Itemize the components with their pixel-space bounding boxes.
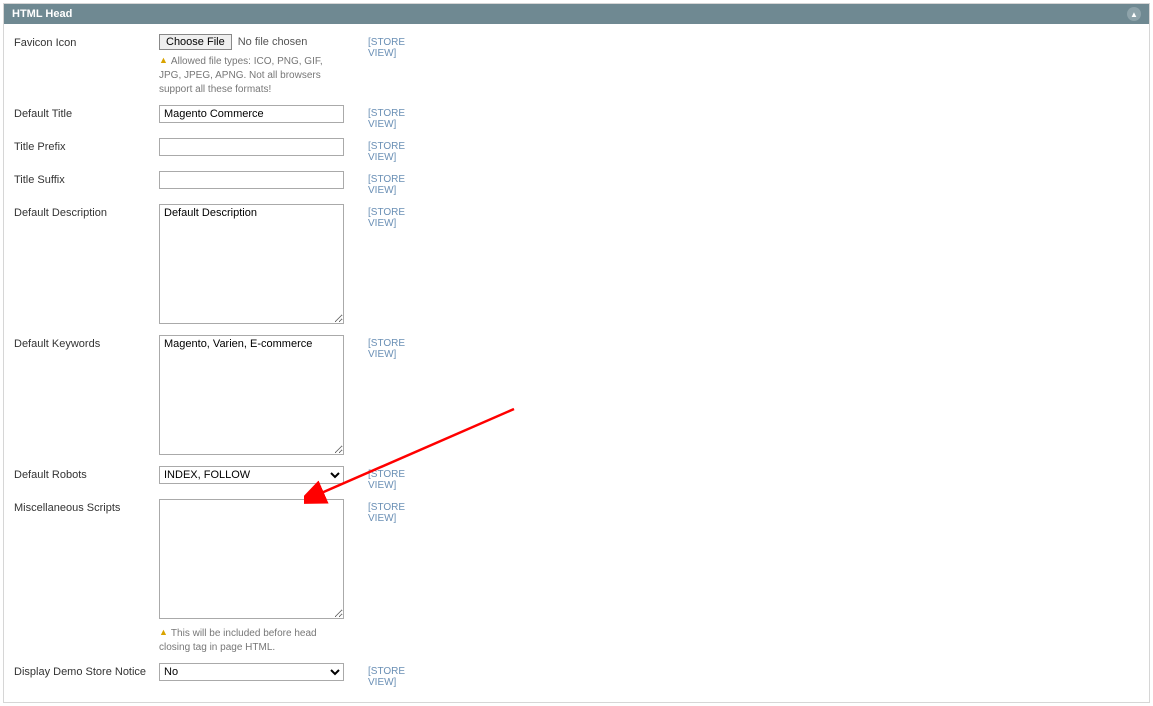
misc-scripts-hint: ▲This will be included before head closi… (159, 626, 344, 655)
title-prefix-input[interactable] (159, 138, 344, 156)
scope-misc-scripts: [STORE VIEW] (354, 499, 434, 524)
row-default-title: Default Title [STORE VIEW] (14, 105, 1139, 130)
scope-demo-notice: [STORE VIEW] (354, 663, 434, 688)
default-description-textarea[interactable] (159, 204, 344, 324)
row-default-keywords: Default Keywords [STORE VIEW] (14, 335, 1139, 458)
label-default-keywords: Default Keywords (14, 335, 159, 350)
hint-bullet-icon: ▲ (159, 627, 168, 637)
scope-default-robots: [STORE VIEW] (354, 466, 434, 491)
row-default-robots: Default Robots INDEX, FOLLOW [STORE VIEW… (14, 466, 1139, 491)
scope-default-keywords: [STORE VIEW] (354, 335, 434, 360)
collapse-icon[interactable]: ▲ (1127, 7, 1141, 21)
choose-file-button[interactable]: Choose File (159, 34, 232, 50)
row-favicon: Favicon Icon Choose File No file chosen … (14, 34, 1139, 97)
scope-default-title: [STORE VIEW] (354, 105, 434, 130)
panel-header: HTML Head ▲ (4, 4, 1149, 24)
default-keywords-textarea[interactable] (159, 335, 344, 455)
row-default-description: Default Description [STORE VIEW] (14, 204, 1139, 327)
demo-notice-select[interactable]: No (159, 663, 344, 681)
label-demo-notice: Display Demo Store Notice (14, 663, 159, 678)
scope-title-prefix: [STORE VIEW] (354, 138, 434, 163)
label-title-prefix: Title Prefix (14, 138, 159, 153)
label-default-description: Default Description (14, 204, 159, 219)
label-default-title: Default Title (14, 105, 159, 120)
row-misc-scripts: Miscellaneous Scripts ▲This will be incl… (14, 499, 1139, 655)
row-demo-notice: Display Demo Store Notice No [STORE VIEW… (14, 663, 1139, 688)
panel-title: HTML Head (12, 8, 72, 20)
label-default-robots: Default Robots (14, 466, 159, 481)
label-favicon: Favicon Icon (14, 34, 159, 49)
misc-scripts-textarea[interactable] (159, 499, 344, 619)
scope-default-description: [STORE VIEW] (354, 204, 434, 229)
label-title-suffix: Title Suffix (14, 171, 159, 186)
file-status: No file chosen (238, 36, 308, 48)
row-title-suffix: Title Suffix [STORE VIEW] (14, 171, 1139, 196)
hint-bullet-icon: ▲ (159, 55, 168, 65)
favicon-hint: ▲Allowed file types: ICO, PNG, GIF, JPG,… (159, 54, 344, 97)
scope-favicon: [STORE VIEW] (354, 34, 434, 59)
row-title-prefix: Title Prefix [STORE VIEW] (14, 138, 1139, 163)
label-misc-scripts: Miscellaneous Scripts (14, 499, 159, 514)
default-title-input[interactable] (159, 105, 344, 123)
title-suffix-input[interactable] (159, 171, 344, 189)
html-head-panel: HTML Head ▲ Favicon Icon Choose File No … (3, 3, 1150, 703)
panel-body: Favicon Icon Choose File No file chosen … (4, 24, 1149, 702)
default-robots-select[interactable]: INDEX, FOLLOW (159, 466, 344, 484)
scope-title-suffix: [STORE VIEW] (354, 171, 434, 196)
